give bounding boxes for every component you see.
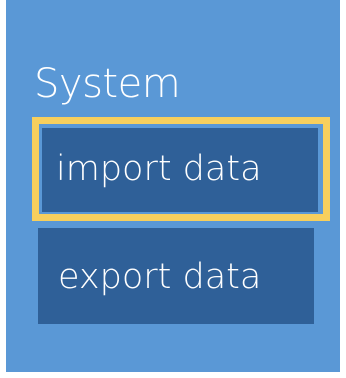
export-data-label: export data bbox=[58, 257, 262, 297]
import-data-button[interactable]: import data bbox=[42, 128, 318, 212]
export-data-button[interactable]: export data bbox=[38, 228, 314, 324]
section-title: System bbox=[34, 61, 181, 107]
system-panel: System import data export data bbox=[6, 0, 340, 372]
import-data-label: import data bbox=[56, 149, 262, 189]
